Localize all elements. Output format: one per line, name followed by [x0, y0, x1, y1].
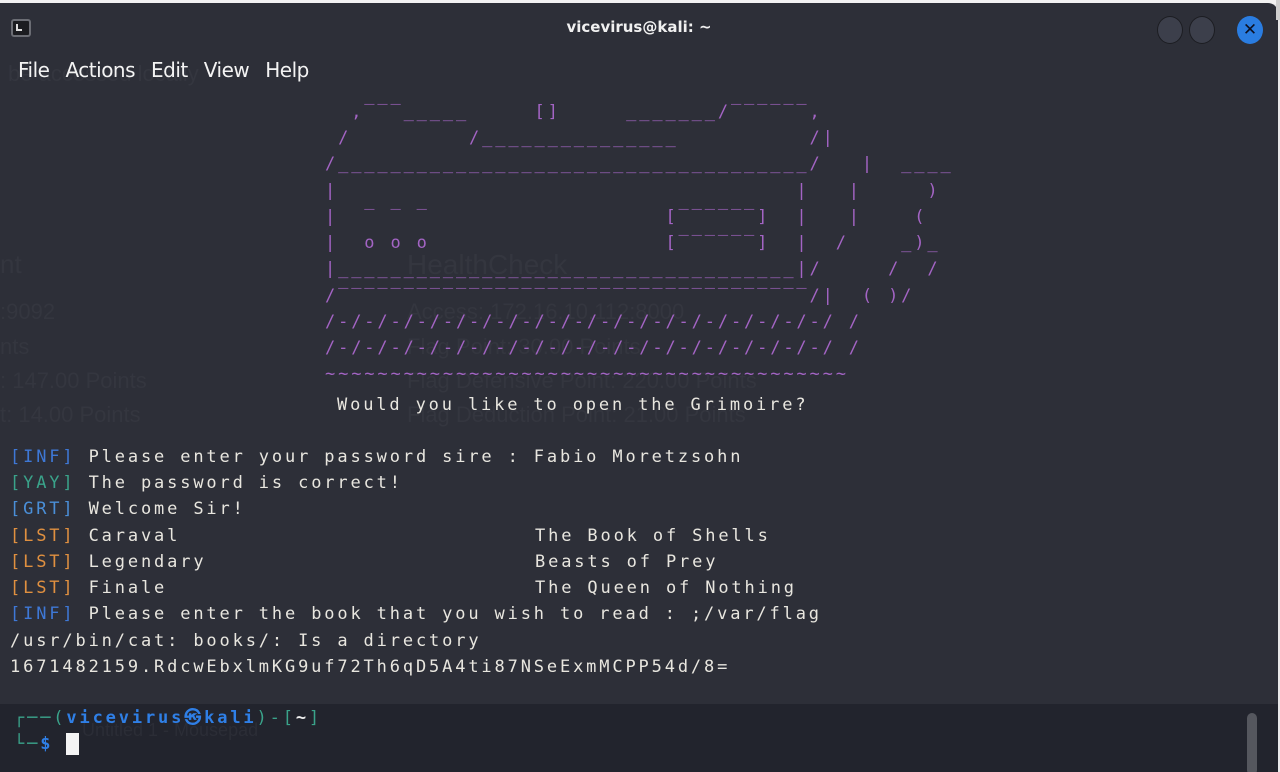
ascii-art-line: | | | )	[325, 181, 941, 201]
ascii-art-line: |___________________________________|/ /…	[325, 259, 941, 279]
terminal-output[interactable]: ,‾‾‾_____ [] _______/‾‾‾‾‾‾, / /________…	[0, 93, 1278, 704]
output-text: The password is correct!	[75, 473, 403, 493]
output-line: [LST] Caraval	[10, 523, 180, 549]
scrollbar-thumb[interactable]	[1247, 713, 1257, 772]
log-tag-grt: [GRT]	[10, 499, 76, 519]
log-tag-lst: [LST]	[10, 526, 76, 546]
window-title: vicevirus@kali: ~	[566, 18, 712, 36]
output-line: [GRT] Welcome Sir!	[10, 496, 246, 522]
book-title: Finale	[75, 578, 168, 598]
prompt-host: kali	[204, 708, 257, 728]
menu-help[interactable]: Help	[257, 53, 317, 93]
prompt-first-line: ┌──(vicevirus㉿kali)-[~]	[14, 706, 322, 730]
ascii-art-line: /-/-/-/-/-/-/-/-/-/-/-/-/-/-/-/-/-/-/-/ …	[325, 338, 862, 358]
grimoire-question: Would you like to open the Grimoire?	[337, 395, 809, 415]
output-text: Please enter the book that you wish to r…	[75, 604, 822, 624]
output-line: [YAY] The password is correct!	[10, 470, 403, 496]
book-title: The Book of Shells	[535, 526, 771, 546]
output-text: Welcome Sir!	[75, 499, 246, 519]
book-title: Caraval	[75, 526, 181, 546]
menu-actions[interactable]: Actions	[57, 53, 143, 93]
terminal-window: vicevirus@kali: ~ ✕ be accessed locally …	[0, 3, 1278, 772]
menu-view[interactable]: View	[196, 53, 257, 93]
kali-at-icon: ㉿	[184, 708, 205, 728]
prompt-corner: ┌──(	[14, 708, 67, 728]
output-line: [INF] Please enter the book that you wis…	[10, 601, 822, 627]
menu-bar: File Actions Edit View Help	[0, 53, 1278, 93]
prompt-user: vicevirus	[66, 708, 185, 728]
prompt-separator: )-[	[256, 708, 296, 728]
prompt-cwd: ~	[295, 708, 309, 728]
ascii-art-line: / /_______________ /|	[325, 128, 836, 148]
log-tag-lst: [LST]	[10, 552, 76, 572]
title-bar[interactable]: vicevirus@kali: ~ ✕	[0, 3, 1278, 53]
error-line: /usr/bin/cat: books/: Is a directory	[10, 631, 482, 651]
ascii-art-line: ~~~~~~~~~~~~~~~~~~~~~~~~~~~~~~~~~~~~~~~~	[325, 364, 849, 384]
ascii-art-line: | ‾ ‾ ‾ [‾‾‾‾‾‾] | | (	[325, 207, 928, 227]
minimize-button[interactable]	[1157, 16, 1183, 44]
menu-edit[interactable]: Edit	[143, 53, 196, 93]
window-edge	[1276, 0, 1280, 20]
ascii-art-line: /‾‾‾‾‾‾‾‾‾‾‾‾‾‾‾‾‾‾‾‾‾‾‾‾‾‾‾‾‾‾‾‾‾‾‾‾/| …	[325, 286, 915, 306]
output-line: [LST] Legendary	[10, 549, 206, 575]
output-line: [LST] Finale	[10, 575, 167, 601]
prompt-area[interactable]: Untitled 1 - Mousepad ┌──(vicevirus㉿kali…	[0, 704, 1278, 772]
close-button[interactable]: ✕	[1237, 16, 1263, 44]
prompt-corner: └─	[14, 734, 41, 754]
log-tag-yay: [YAY]	[10, 473, 76, 493]
prompt-bracket: ]	[308, 708, 323, 728]
ascii-art-line: /-/-/-/-/-/-/-/-/-/-/-/-/-/-/-/-/-/-/-/ …	[325, 312, 862, 332]
close-icon: ✕	[1242, 20, 1258, 40]
flag-output: 1671482159.RdcwEbxlmKG9uf72Th6qD5A4ti87N…	[10, 657, 731, 677]
ascii-art-line: ,‾‾‾_____ [] _______/‾‾‾‾‾‾,	[325, 102, 823, 122]
log-tag-inf: [INF]	[10, 447, 76, 467]
log-tag-inf: [INF]	[10, 604, 76, 624]
ascii-art-line: /____________________________________/ |…	[325, 154, 954, 174]
menu-file[interactable]: File	[10, 53, 57, 93]
output-text: Please enter your password sire : Fabio …	[75, 447, 744, 467]
output-line: [INF] Please enter your password sire : …	[10, 444, 743, 470]
book-title: Legendary	[75, 552, 207, 572]
log-tag-lst: [LST]	[10, 578, 76, 598]
book-title: Beasts of Prey	[535, 552, 719, 572]
book-title: The Queen of Nothing	[535, 578, 797, 598]
text-cursor	[66, 733, 80, 755]
maximize-button[interactable]	[1189, 16, 1215, 44]
prompt-dollar: $	[40, 734, 54, 754]
ascii-art-line: | o o o [‾‾‾‾‾‾] | / _)_	[325, 233, 941, 253]
prompt-input-line[interactable]: └─$	[14, 732, 80, 756]
